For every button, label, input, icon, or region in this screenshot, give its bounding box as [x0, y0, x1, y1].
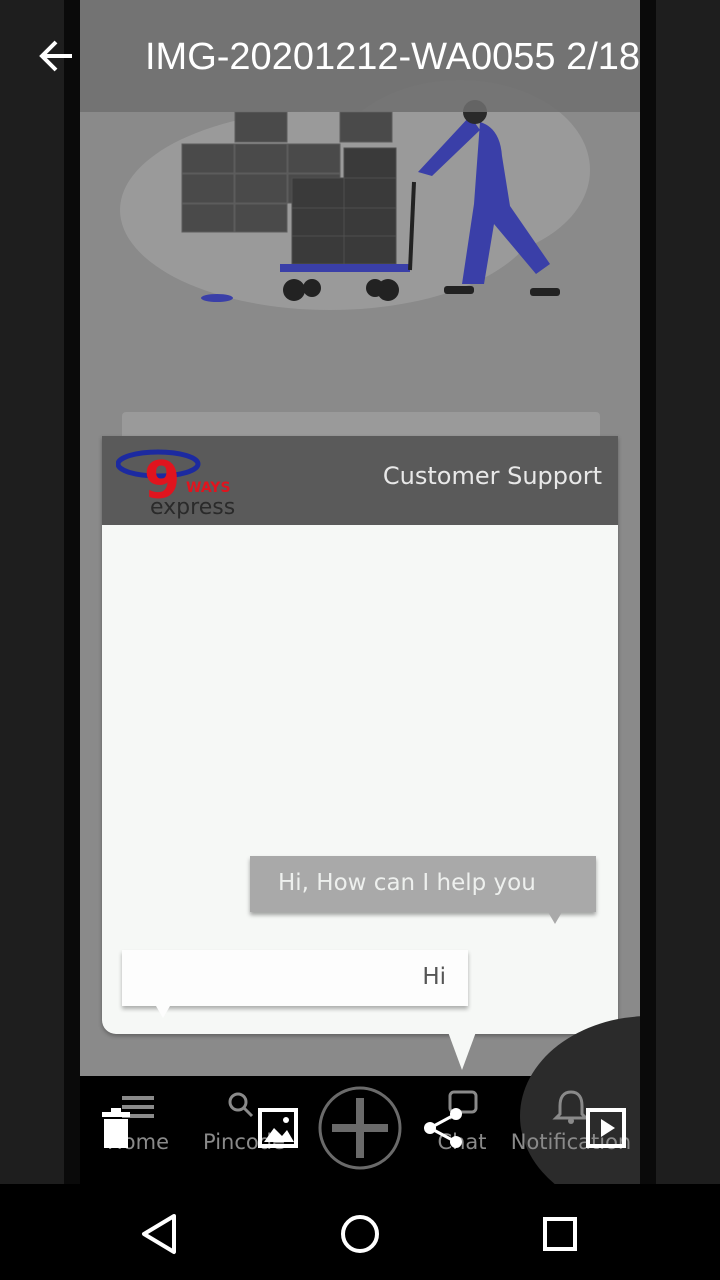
user-message: Hi [122, 950, 468, 1018]
delete-icon[interactable] [92, 1104, 140, 1152]
ways-express-logo: 9 WAYS express [116, 449, 235, 520]
user-message-text: Hi [422, 964, 446, 990]
image-title: IMG-20201212-WA0055 2/18 [145, 36, 640, 79]
viewer-top-bar: IMG-20201212-WA0055 2/18 [0, 0, 720, 112]
customer-support-title: Customer Support [382, 462, 602, 490]
recents-icon[interactable] [536, 1210, 584, 1258]
back-arrow-icon[interactable] [36, 36, 76, 76]
slideshow-icon[interactable] [582, 1104, 630, 1152]
svg-text:WAYS: WAYS [186, 480, 231, 496]
viewer-action-bar [0, 1096, 720, 1166]
system-navigation-bar [0, 1184, 720, 1280]
svg-text:express: express [150, 495, 235, 520]
home-icon[interactable] [336, 1210, 384, 1258]
right-border [640, 0, 656, 1184]
chat-panel: 9 WAYS express Customer Support Hi, How … [102, 436, 618, 1034]
image-icon[interactable] [254, 1104, 302, 1152]
bot-message-tail [548, 912, 562, 924]
image-counter: 2/18 [566, 36, 641, 78]
user-message-tail [156, 1006, 170, 1018]
chat-panel-tail [448, 1032, 476, 1070]
file-name: IMG-20201212-WA0055 [145, 36, 556, 78]
bot-message: Hi, How can I help you [250, 856, 596, 924]
share-icon[interactable] [420, 1104, 468, 1152]
bot-message-text: Hi, How can I help you [278, 870, 536, 896]
image-viewer-canvas[interactable]: 9 WAYS express Customer Support Hi, How … [80, 0, 640, 1184]
chat-header: 9 WAYS express Customer Support [102, 436, 618, 525]
back-icon[interactable] [136, 1210, 184, 1258]
left-border [64, 0, 80, 1184]
